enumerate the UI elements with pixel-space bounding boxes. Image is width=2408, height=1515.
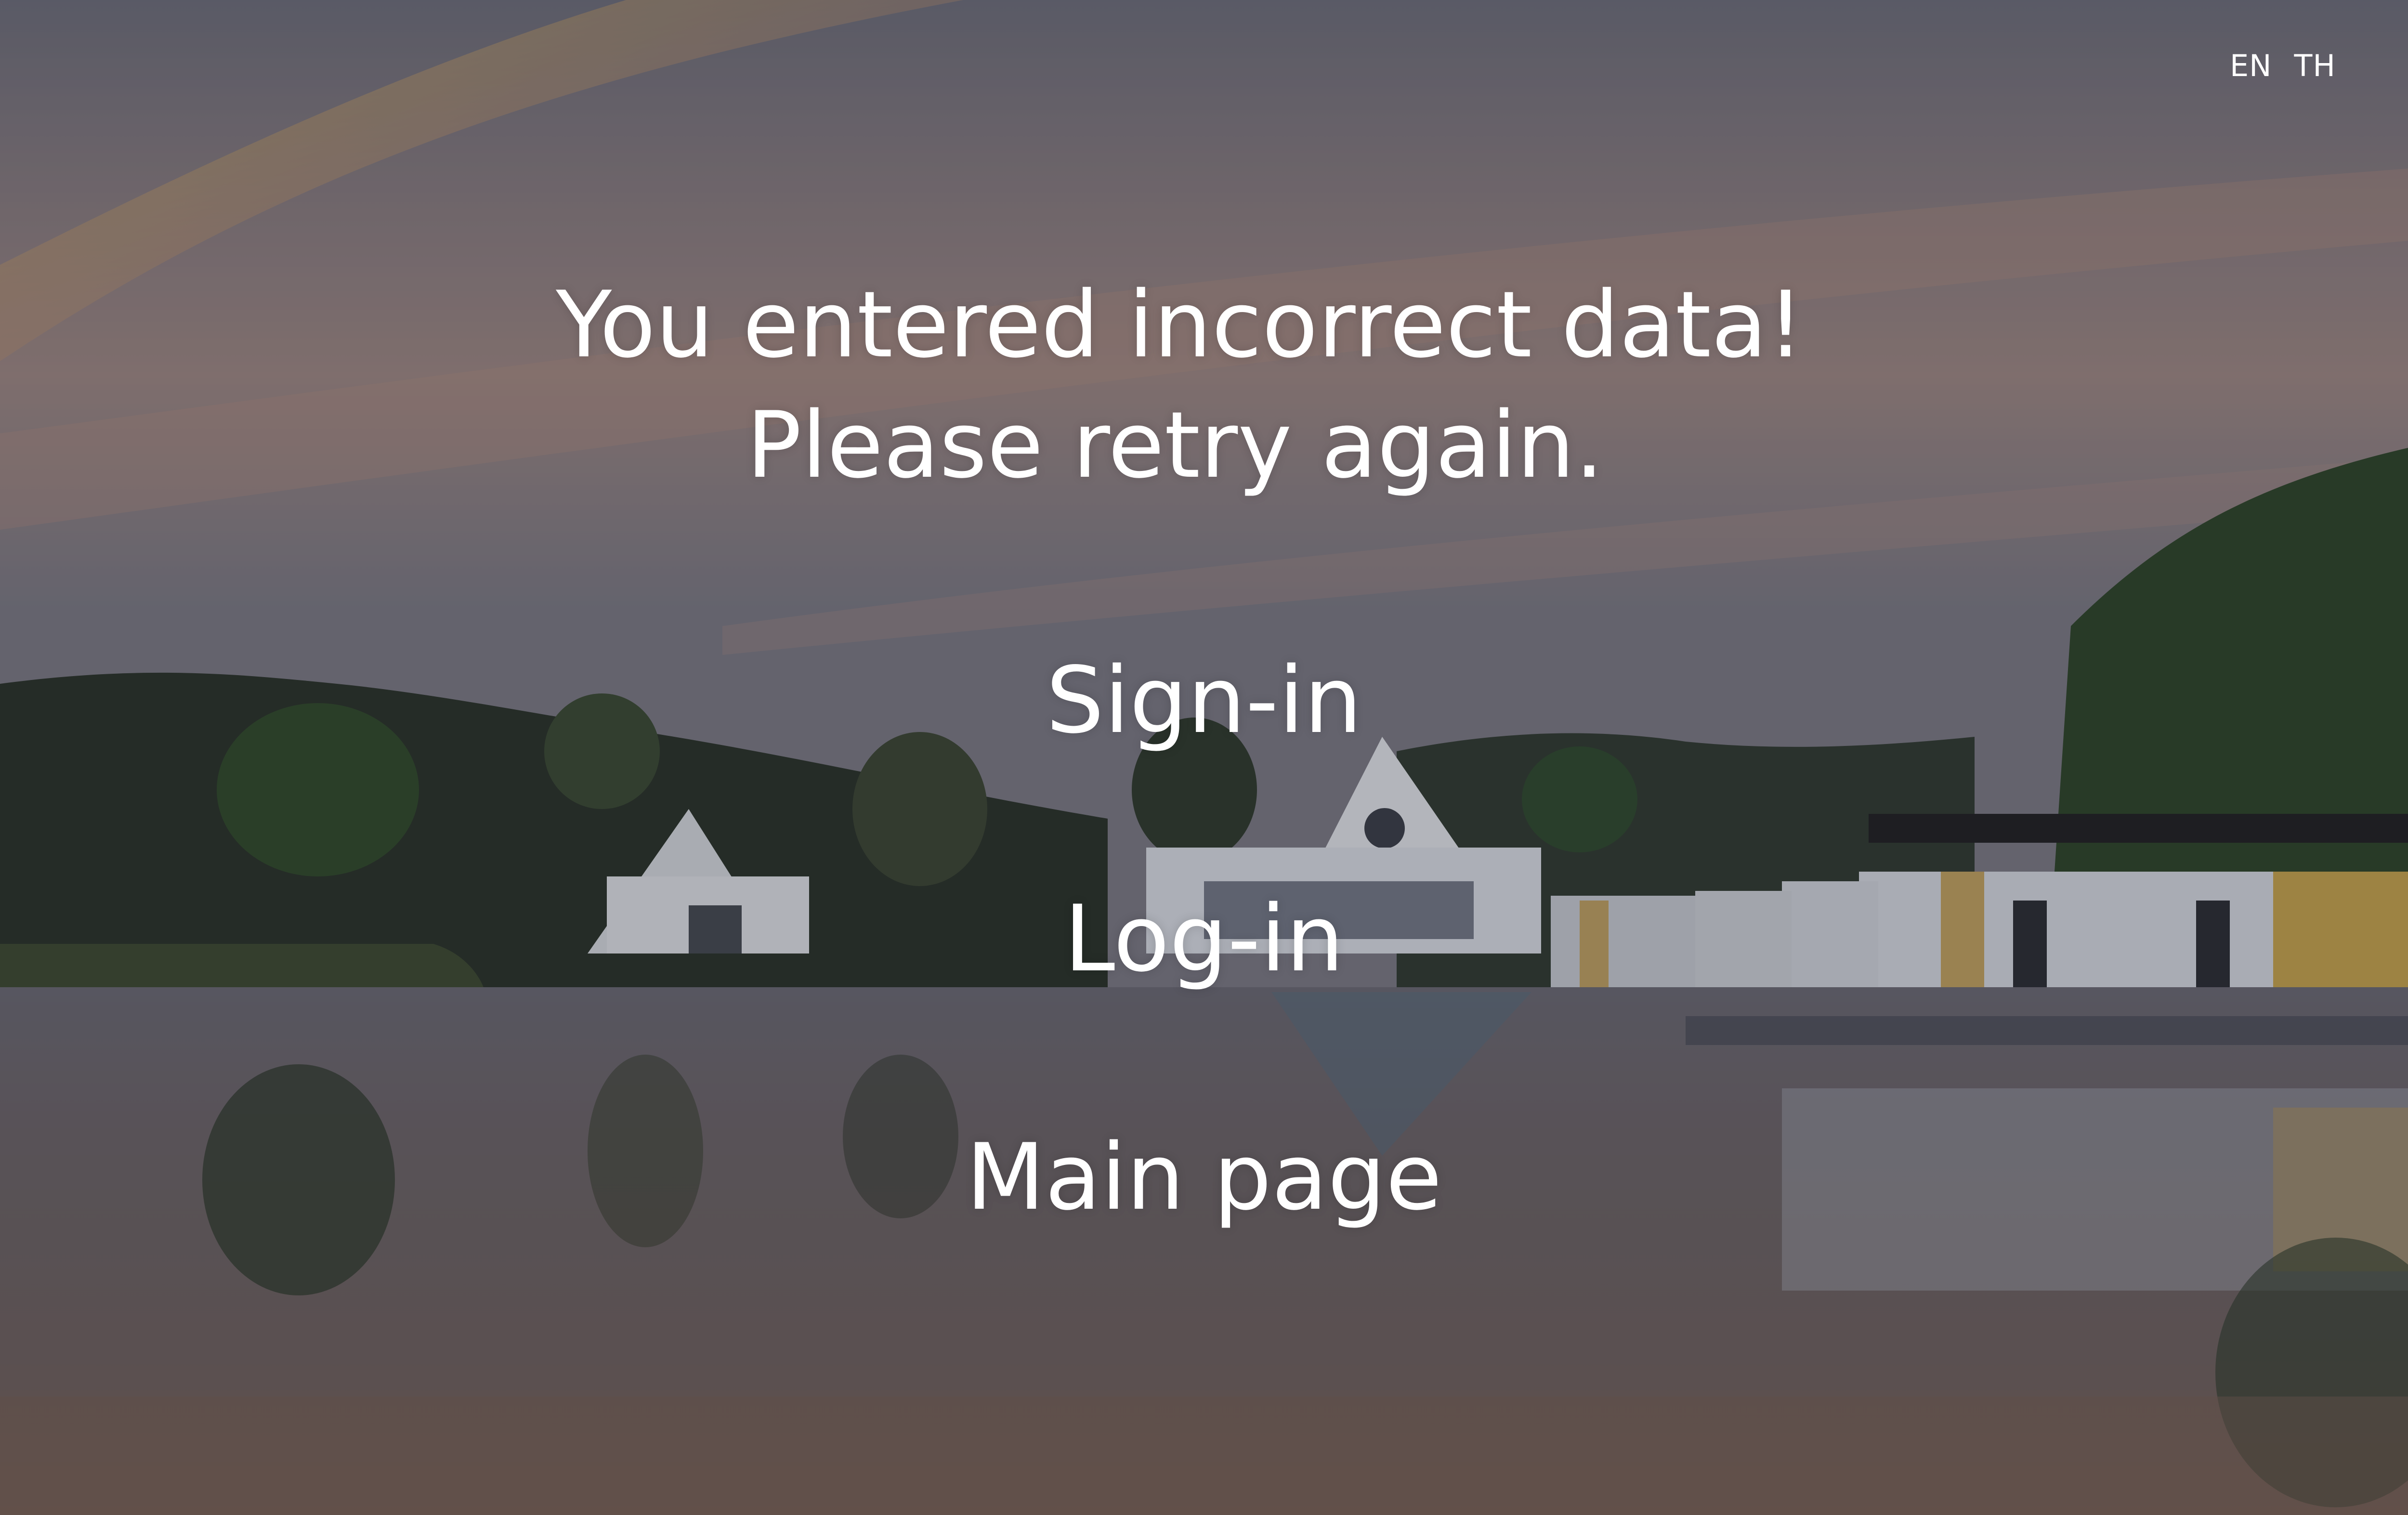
- error-message-line-1: You entered incorrect data!: [556, 272, 1804, 378]
- language-option-en[interactable]: EN: [2230, 48, 2272, 83]
- language-option-th[interactable]: TH: [2294, 48, 2336, 83]
- language-switcher: EN TH: [2230, 48, 2336, 83]
- signin-link[interactable]: Sign-in: [1046, 640, 1362, 761]
- error-message-line-2: Please retry again.: [746, 392, 1604, 498]
- error-page: EN TH You entered incorrect data! Please…: [0, 0, 2408, 1515]
- login-link[interactable]: Log-in: [1064, 879, 1344, 999]
- navigation-links: Sign-in Log-in Main page: [0, 640, 2408, 1356]
- error-message: You entered incorrect data! Please retry…: [0, 265, 2408, 506]
- main-page-link[interactable]: Main page: [966, 1117, 1442, 1238]
